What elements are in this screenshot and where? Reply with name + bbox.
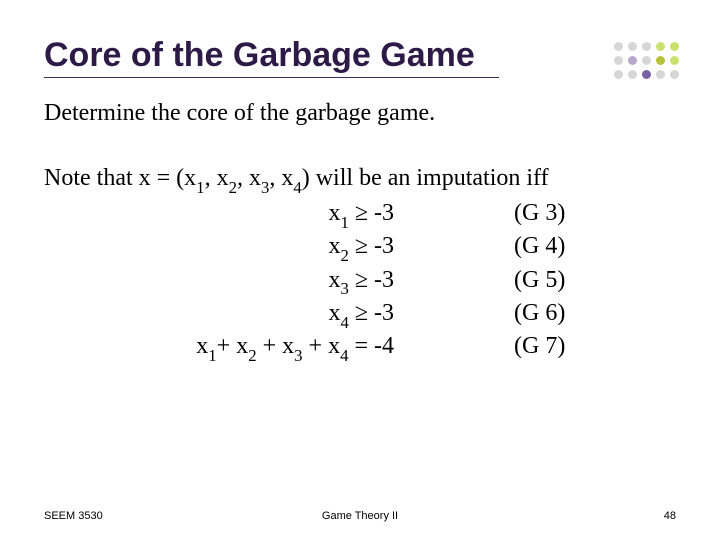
constraint-row: x4 ≥ -3 (G 6)	[44, 298, 676, 331]
constraint-tag: (G 7)	[404, 331, 634, 362]
title-row: Core of the Garbage Game	[44, 36, 676, 78]
constraint-row: x2 ≥ -3 (G 4)	[44, 231, 676, 264]
body-text: Determine the core of the garbage game. …	[44, 98, 676, 365]
footer-left: SEEM 3530	[44, 510, 103, 522]
sub-1: 1	[196, 178, 204, 197]
sub-4: 4	[293, 178, 301, 197]
note-text: , x	[269, 165, 293, 191]
constraint-tag: (G 6)	[404, 298, 634, 329]
constraint-lhs: x4 ≥ -3	[44, 298, 404, 331]
footer-center: Game Theory II	[322, 510, 398, 522]
constraint-block: x1 ≥ -3 (G 3) x2 ≥ -3 (G 4) x3 ≥ -3 (G 5…	[44, 198, 676, 364]
constraint-tag: (G 4)	[404, 231, 634, 262]
decorative-dot-grid	[614, 42, 682, 82]
constraint-tag: (G 5)	[404, 265, 634, 296]
intro-line: Determine the core of the garbage game.	[44, 98, 676, 129]
constraint-tag: (G 3)	[404, 198, 634, 229]
note-line: Note that x = (x1, x2, x3, x4) will be a…	[44, 163, 676, 196]
page-number: 48	[664, 510, 676, 522]
note-text: Note that x = (x	[44, 165, 196, 191]
title-underline	[44, 77, 499, 78]
constraint-lhs: x3 ≥ -3	[44, 265, 404, 298]
constraint-lhs: x2 ≥ -3	[44, 231, 404, 264]
footer: SEEM 3530 Game Theory II 48	[44, 510, 676, 522]
sum-lhs: x1+ x2 + x3 + x4 = -4	[44, 331, 404, 364]
constraint-lhs: x1 ≥ -3	[44, 198, 404, 231]
slide-title: Core of the Garbage Game	[44, 36, 676, 75]
constraint-row: x3 ≥ -3 (G 5)	[44, 265, 676, 298]
sub-3: 3	[261, 178, 269, 197]
constraint-row: x1+ x2 + x3 + x4 = -4 (G 7)	[44, 331, 676, 364]
note-text: , x	[237, 165, 261, 191]
constraint-row: x1 ≥ -3 (G 3)	[44, 198, 676, 231]
sub-2: 2	[229, 178, 237, 197]
slide: Core of the Garbage Game Determine the c…	[0, 0, 720, 540]
note-text: , x	[205, 165, 229, 191]
note-text: ) will be an imputation iff	[302, 165, 549, 191]
